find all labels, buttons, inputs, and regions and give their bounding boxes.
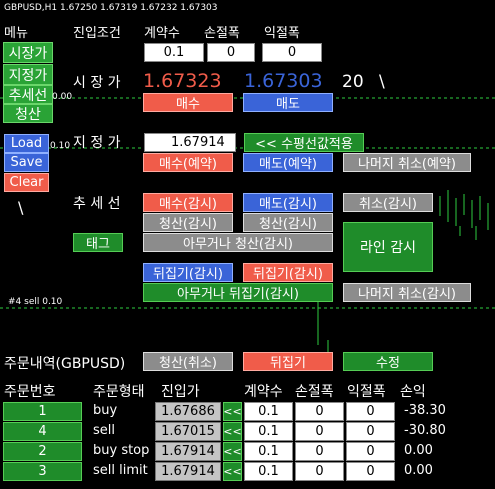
order-tp-input[interactable]: 0 — [346, 442, 395, 461]
order-tp-input[interactable]: 0 — [346, 402, 395, 421]
orders-title: 주문내역(GBPUSD) — [4, 356, 126, 372]
flip-watch-button-1[interactable]: 뒤집기(감시) — [143, 263, 233, 282]
order-price: 1.67914 — [155, 462, 221, 481]
col-lots: 계약수 — [244, 384, 283, 400]
lots-header: 계약수 — [144, 26, 180, 41]
backslash-mark: \ — [18, 198, 24, 217]
order-sl-input[interactable]: 0 — [295, 402, 344, 421]
buy-pending-button[interactable]: 매수(예약) — [143, 153, 233, 172]
order-id-button[interactable]: 4 — [3, 422, 82, 441]
lots-input[interactable]: 0.1 — [144, 43, 204, 62]
menu-limit-button[interactable]: 지정가 — [3, 64, 53, 85]
line-watch-button[interactable]: 라인 감시 — [343, 222, 433, 272]
order-price: 1.67686 — [155, 402, 221, 421]
sl-header: 손절폭 — [204, 26, 240, 41]
close-watch-button-2[interactable]: 청산(감시) — [243, 213, 333, 232]
clear-button[interactable]: Clear — [4, 173, 49, 192]
market-buy-button[interactable]: 매수 — [143, 93, 233, 112]
order-lots-input[interactable]: 0.1 — [244, 402, 293, 421]
flip-any-watch-button[interactable]: 아무거나 뒤집기(감시) — [143, 283, 333, 302]
order-close-cancel-button[interactable]: 청산(취소) — [143, 352, 233, 371]
flip-watch-button-2[interactable]: 뒤집기(감시) — [243, 263, 333, 282]
ohlc-label: 1.67250 1.67319 1.67232 1.67303 — [60, 3, 218, 13]
chart-header: GBPUSD,H1 1.67250 1.67319 1.67232 1.6730… — [4, 3, 218, 13]
sell-watch-button[interactable]: 매도(감시) — [243, 193, 333, 212]
col-pl: 손익 — [400, 384, 426, 400]
order-price-copy-button[interactable]: << — [223, 442, 242, 461]
cancel-rest-watch-button[interactable]: 나머지 취소(감시) — [343, 283, 471, 302]
cancel-watch-button[interactable]: 취소(감시) — [343, 193, 433, 212]
condition-header: 진입조건 — [73, 26, 121, 41]
table-row[interactable]: 1 buy 1.67686 << 0.1 0 0 -38.30 — [0, 402, 495, 422]
save-button[interactable]: Save — [4, 153, 49, 172]
order-type: buy — [93, 403, 118, 418]
apply-hline-button[interactable]: << 수평선값적용 — [244, 133, 364, 152]
col-order-id: 주문번호 — [4, 384, 56, 400]
order-price: 1.67914 — [155, 442, 221, 461]
market-label: 시 장 가 — [73, 75, 121, 91]
limit-label: 지 정 가 — [73, 135, 121, 151]
level-label-1: 0.00 — [52, 92, 73, 102]
order-sl-input[interactable]: 0 — [295, 442, 344, 461]
tp-input[interactable]: 0 — [262, 43, 322, 62]
sl-input[interactable]: 0 — [207, 43, 255, 62]
load-button[interactable]: Load — [4, 134, 49, 153]
order-lots-input[interactable]: 0.1 — [244, 422, 293, 441]
order-pl: -30.80 — [404, 423, 446, 438]
level-label-3: #4 sell 0.10 — [8, 297, 63, 307]
order-pl: 0.00 — [404, 443, 433, 458]
buy-watch-button[interactable]: 매수(감시) — [143, 193, 233, 212]
level-label-2: 0.10 — [50, 141, 71, 151]
order-sl-input[interactable]: 0 — [295, 462, 344, 481]
menu-trendline-button[interactable]: 추세선 — [3, 85, 53, 104]
order-price: 1.67015 — [155, 422, 221, 441]
order-price-copy-button[interactable]: << — [223, 462, 242, 481]
tp-header: 익절폭 — [264, 26, 300, 41]
cancel-rest-pending-button[interactable]: 나머지 취소(예약) — [343, 153, 471, 172]
col-sl: 손절폭 — [295, 384, 334, 400]
order-pl: 0.00 — [404, 463, 433, 478]
table-row[interactable]: 2 buy stop 1.67914 << 0.1 0 0 0.00 — [0, 442, 495, 462]
spread-value: 20 \ — [342, 72, 385, 92]
market-sell-button[interactable]: 매도 — [243, 93, 333, 112]
limit-price-input[interactable]: 1.67914 — [144, 133, 236, 152]
symbol-label: GBPUSD,H1 — [4, 3, 58, 13]
order-pl: -38.30 — [404, 403, 446, 418]
close-watch-button-1[interactable]: 청산(감시) — [143, 213, 233, 232]
close-any-watch-button[interactable]: 아무거나 청산(감시) — [143, 233, 333, 252]
col-order-type: 주문형태 — [93, 384, 145, 400]
order-lots-input[interactable]: 0.1 — [244, 462, 293, 481]
spread-suffix: \ — [379, 72, 385, 92]
col-tp: 익절폭 — [347, 384, 386, 400]
order-price-copy-button[interactable]: << — [223, 422, 242, 441]
table-row[interactable]: 3 sell limit 1.67914 << 0.1 0 0 0.00 — [0, 462, 495, 482]
order-type: buy stop — [93, 443, 150, 458]
bid-price: 1.67323 — [143, 70, 222, 92]
order-sl-input[interactable]: 0 — [295, 422, 344, 441]
order-id-button[interactable]: 3 — [3, 462, 82, 481]
order-id-button[interactable]: 2 — [3, 442, 82, 461]
col-entry-price: 진입가 — [161, 384, 200, 400]
order-tp-input[interactable]: 0 — [346, 462, 395, 481]
menu-close-button[interactable]: 청산 — [3, 104, 53, 123]
order-type: sell limit — [93, 463, 148, 478]
order-id-button[interactable]: 1 — [3, 402, 82, 421]
trendline-label: 추 세 선 — [73, 196, 121, 212]
ask-price: 1.67303 — [244, 70, 323, 92]
tag-button[interactable]: 태그 — [73, 233, 123, 252]
order-flip-button[interactable]: 뒤집기 — [243, 352, 333, 371]
sell-pending-button[interactable]: 매도(예약) — [243, 153, 333, 172]
order-tp-input[interactable]: 0 — [346, 422, 395, 441]
table-row[interactable]: 4 sell 1.67015 << 0.1 0 0 -30.80 — [0, 422, 495, 442]
order-lots-input[interactable]: 0.1 — [244, 442, 293, 461]
order-price-copy-button[interactable]: << — [223, 402, 242, 421]
menu-header: 메뉴 — [4, 26, 28, 41]
menu-market-button[interactable]: 시장가 — [3, 42, 53, 63]
order-type: sell — [93, 423, 115, 438]
spread-number: 20 — [342, 72, 364, 92]
order-modify-button[interactable]: 수정 — [343, 352, 433, 371]
